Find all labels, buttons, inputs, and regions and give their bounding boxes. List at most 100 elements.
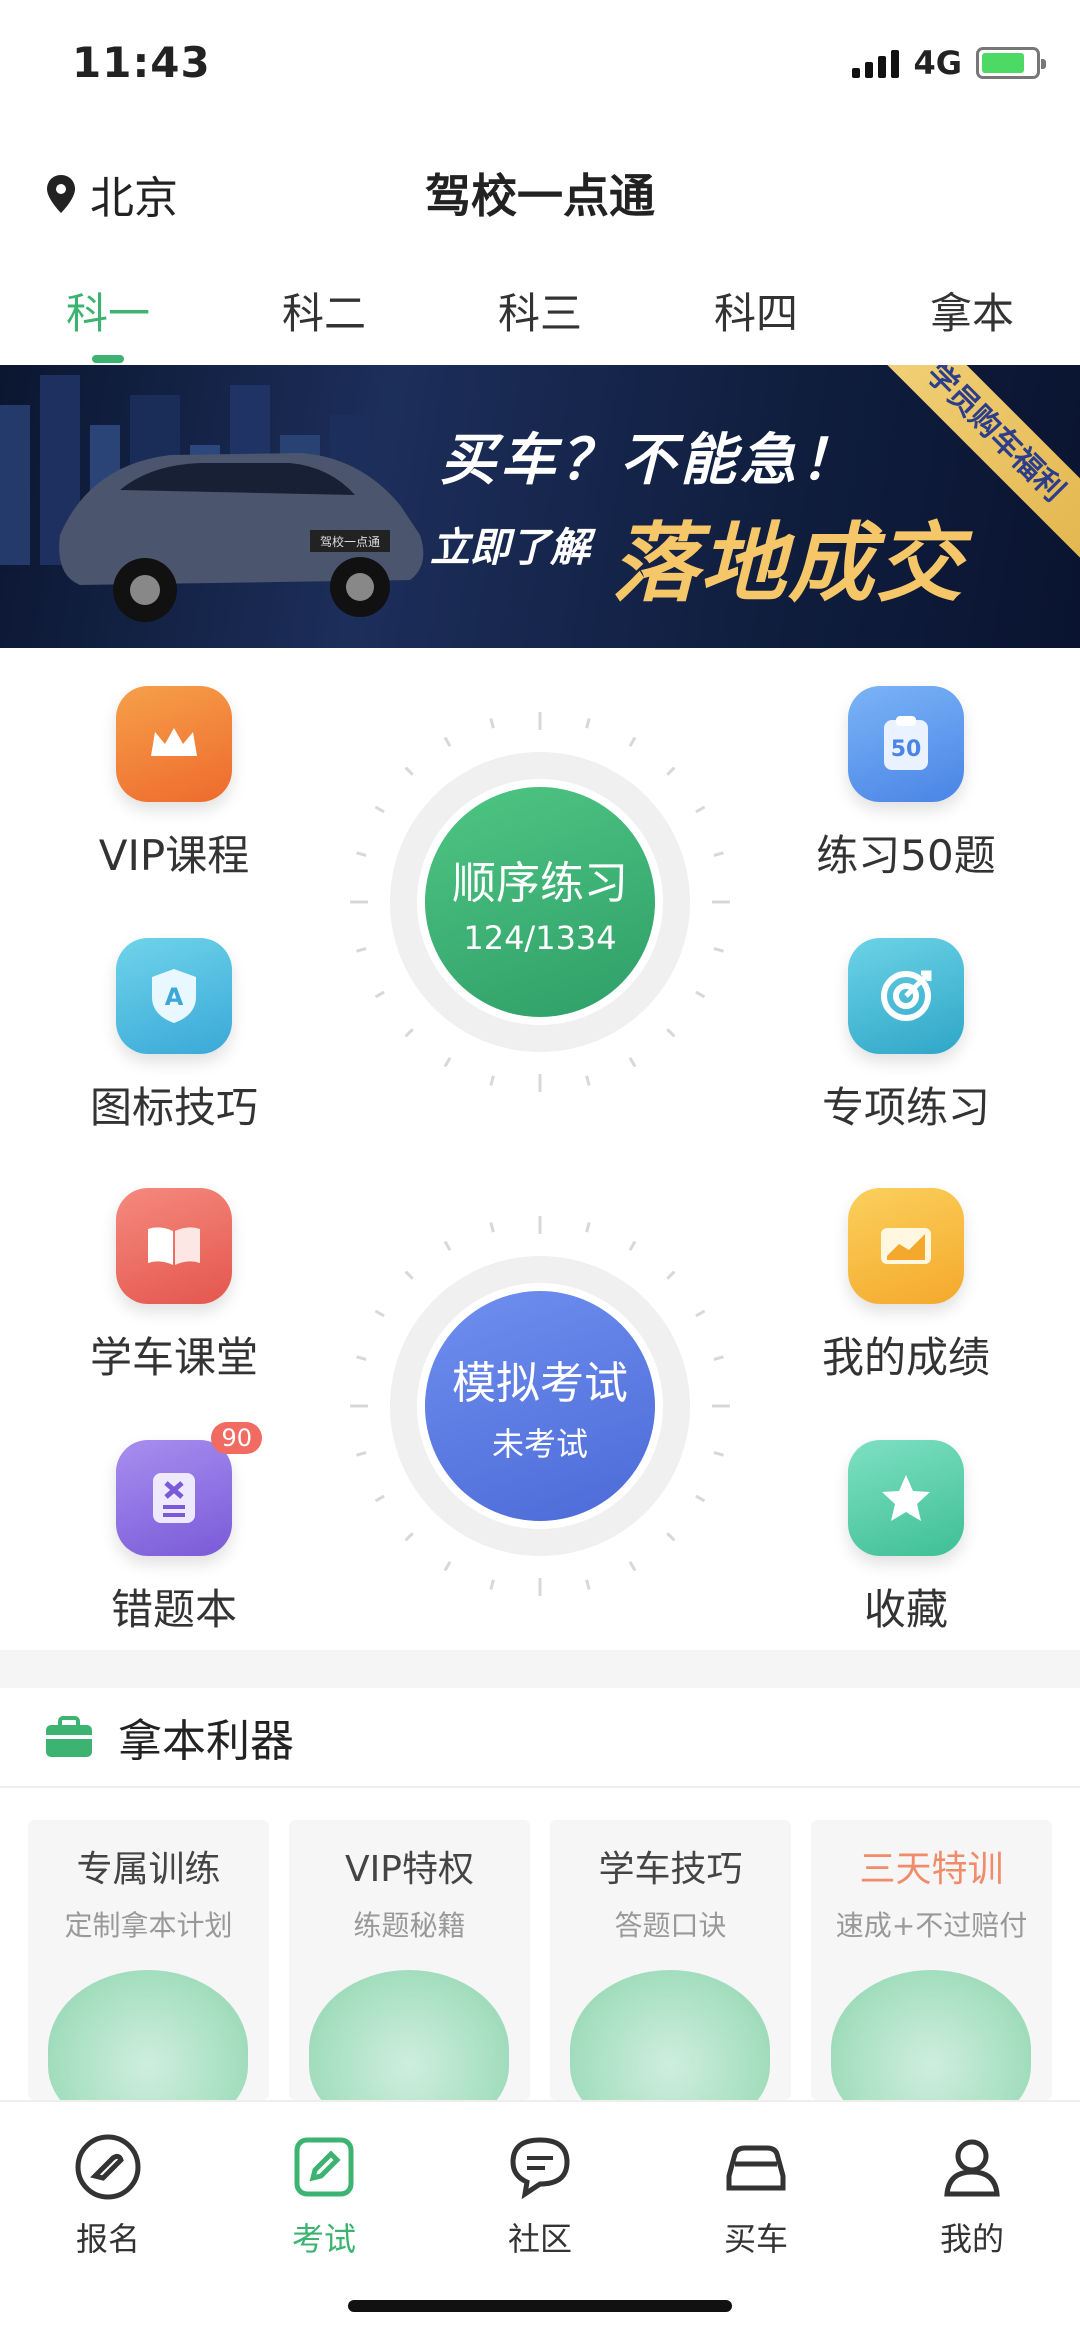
dial-tick — [404, 1028, 414, 1038]
tool-card-subtitle: 定制拿本计划 — [64, 1909, 233, 1942]
dial-tick — [628, 1240, 637, 1251]
tool-card-title: 学车技巧 — [598, 1849, 743, 1890]
tool-card-title: VIP特权 — [345, 1849, 474, 1890]
tool-card-vip-privileges[interactable]: VIP特权 练题秘籍 — [289, 1820, 530, 2100]
nav-label: 考试 — [291, 2220, 356, 2258]
banner-subline: 立即了解 — [430, 525, 590, 571]
book-icon — [116, 1188, 232, 1304]
favorites-button[interactable]: 收藏 — [756, 1440, 1056, 1637]
sequential-progress: 124/1334 — [463, 919, 617, 957]
home-indicator — [348, 2300, 732, 2312]
dial-tick — [356, 1451, 367, 1457]
tab-subject-1[interactable]: 科一 — [0, 265, 216, 365]
dial-tick — [489, 1222, 495, 1233]
app-title: 驾校一点通 — [425, 169, 655, 223]
nav-label: 社区 — [507, 2220, 572, 2258]
practice-50-button[interactable]: 50 练习50题 — [756, 686, 1056, 883]
mistakes-button[interactable]: 90 错题本 — [24, 1422, 324, 1637]
sequential-title: 顺序练习 — [452, 858, 628, 909]
mock-exam-core: 模拟考试 未考试 — [425, 1291, 655, 1521]
sequential-practice-button[interactable]: 顺序练习 124/1334 — [340, 702, 740, 1102]
dial-tick — [713, 947, 724, 953]
dial-tick — [374, 805, 385, 814]
dial-tick — [443, 1057, 452, 1068]
nav-profile[interactable]: 我的 — [864, 2102, 1080, 2339]
dial-tick — [713, 1451, 724, 1457]
tab-subject-3[interactable]: 科三 — [432, 265, 648, 365]
status-indicators: 4G — [852, 44, 1046, 82]
tools-header: 拿本利器 — [0, 1688, 1080, 1788]
signup-icon — [75, 2134, 141, 2200]
dial-tick — [713, 1355, 724, 1361]
tips-illustration — [570, 1970, 770, 2100]
tool-card-subtitle: 练题秘籍 — [353, 1909, 466, 1942]
vip-illustration — [309, 1970, 509, 2100]
dial-tick — [695, 805, 706, 814]
tab-subject-4[interactable]: 科四 — [648, 265, 864, 365]
car-illustration: 驾校一点通 — [0, 375, 424, 622]
practice-grid: VIP课程 A 图标技巧 学车课堂 90 错题本 50 练习50题 专项练习 我… — [0, 648, 1080, 1648]
dial-tick — [695, 1309, 706, 1318]
tool-card-driving-tips[interactable]: 学车技巧 答题口诀 — [550, 1820, 791, 2100]
dial-tick — [695, 1494, 706, 1503]
dial-tick — [374, 1494, 385, 1503]
nav-signup[interactable]: 报名 — [0, 2102, 216, 2339]
tool-card-three-day-training[interactable]: 三天特训 速成+不过赔付 — [811, 1820, 1052, 2100]
battery-level — [982, 53, 1024, 73]
star-icon — [848, 1440, 964, 1556]
header: 北京 驾校一点通 — [0, 150, 1080, 230]
tab-get-license[interactable]: 拿本 — [864, 265, 1080, 365]
sequential-ring: 顺序练习 124/1334 — [390, 752, 690, 1052]
crown-icon — [116, 686, 232, 802]
nav-label: 我的 — [939, 2220, 1004, 2258]
chart-icon — [848, 1188, 964, 1304]
dial-tick — [404, 1270, 414, 1280]
special-practice-button[interactable]: 专项练习 — [756, 938, 1056, 1135]
sign-tips-button[interactable]: A 图标技巧 — [24, 938, 324, 1135]
banner-headline: 买车？不能急！ — [440, 428, 860, 493]
shield-letter: A — [165, 983, 184, 1011]
dial-tick — [713, 851, 724, 857]
tool-card-subtitle: 速成+不过赔付 — [835, 1909, 1028, 1942]
dial-tick — [489, 718, 495, 729]
dial-tick — [489, 1075, 495, 1086]
clipboard-50-icon: 50 — [848, 686, 964, 802]
dial-tick — [666, 1532, 676, 1542]
mock-exam-button[interactable]: 模拟考试 未考试 — [340, 1206, 740, 1606]
dial-tick — [585, 718, 591, 729]
tab-subject-2[interactable]: 科二 — [216, 265, 432, 365]
dial-tick — [443, 1561, 452, 1572]
dial-tick — [374, 990, 385, 999]
dial-tick — [404, 1532, 414, 1542]
vip-course-button[interactable]: VIP课程 — [24, 686, 324, 883]
tools-cards: 专属训练 定制拿本计划 VIP特权 练题秘籍 学车技巧 答题口诀 三天特训 速成… — [28, 1820, 1052, 2100]
tool-card-subtitle: 答题口诀 — [614, 1909, 727, 1942]
mock-exam-title: 模拟考试 — [452, 1358, 628, 1409]
dial-tick — [666, 1270, 676, 1280]
practice-50-label: 练习50题 — [816, 831, 996, 880]
calendar-illustration — [831, 1970, 1031, 2100]
dial-tick — [628, 1057, 637, 1068]
classroom-button[interactable]: 学车课堂 — [24, 1188, 324, 1385]
my-scores-button[interactable]: 我的成绩 — [756, 1188, 1056, 1385]
training-illustration — [48, 1970, 248, 2100]
tool-card-exclusive-training[interactable]: 专属训练 定制拿本计划 — [28, 1820, 269, 2100]
community-icon — [510, 2137, 570, 2200]
tool-card-title: 专属训练 — [76, 1849, 221, 1890]
dial-tick — [356, 947, 367, 953]
sequential-core: 顺序练习 124/1334 — [425, 787, 655, 1017]
classroom-label: 学车课堂 — [89, 1333, 258, 1382]
briefcase-icon — [46, 1716, 92, 1757]
dial-tick — [666, 1028, 676, 1038]
dial-tick — [628, 736, 637, 747]
tools-title: 拿本利器 — [118, 1716, 294, 1767]
banner-highlight: 落地成交 — [612, 514, 964, 614]
dial-tick — [489, 1579, 495, 1590]
subject-tabs: 科一 科二 科三 科四 拿本 — [0, 265, 1080, 365]
dial-tick — [585, 1222, 591, 1233]
shield-icon: A — [116, 938, 232, 1054]
promo-banner[interactable]: 驾校一点通 买车？不能急！ 立即了解 落地成交 学员购车福利 — [0, 365, 1080, 648]
dial-tick — [356, 1355, 367, 1361]
clipboard-number: 50 — [891, 737, 922, 762]
dial-tick — [666, 766, 676, 776]
